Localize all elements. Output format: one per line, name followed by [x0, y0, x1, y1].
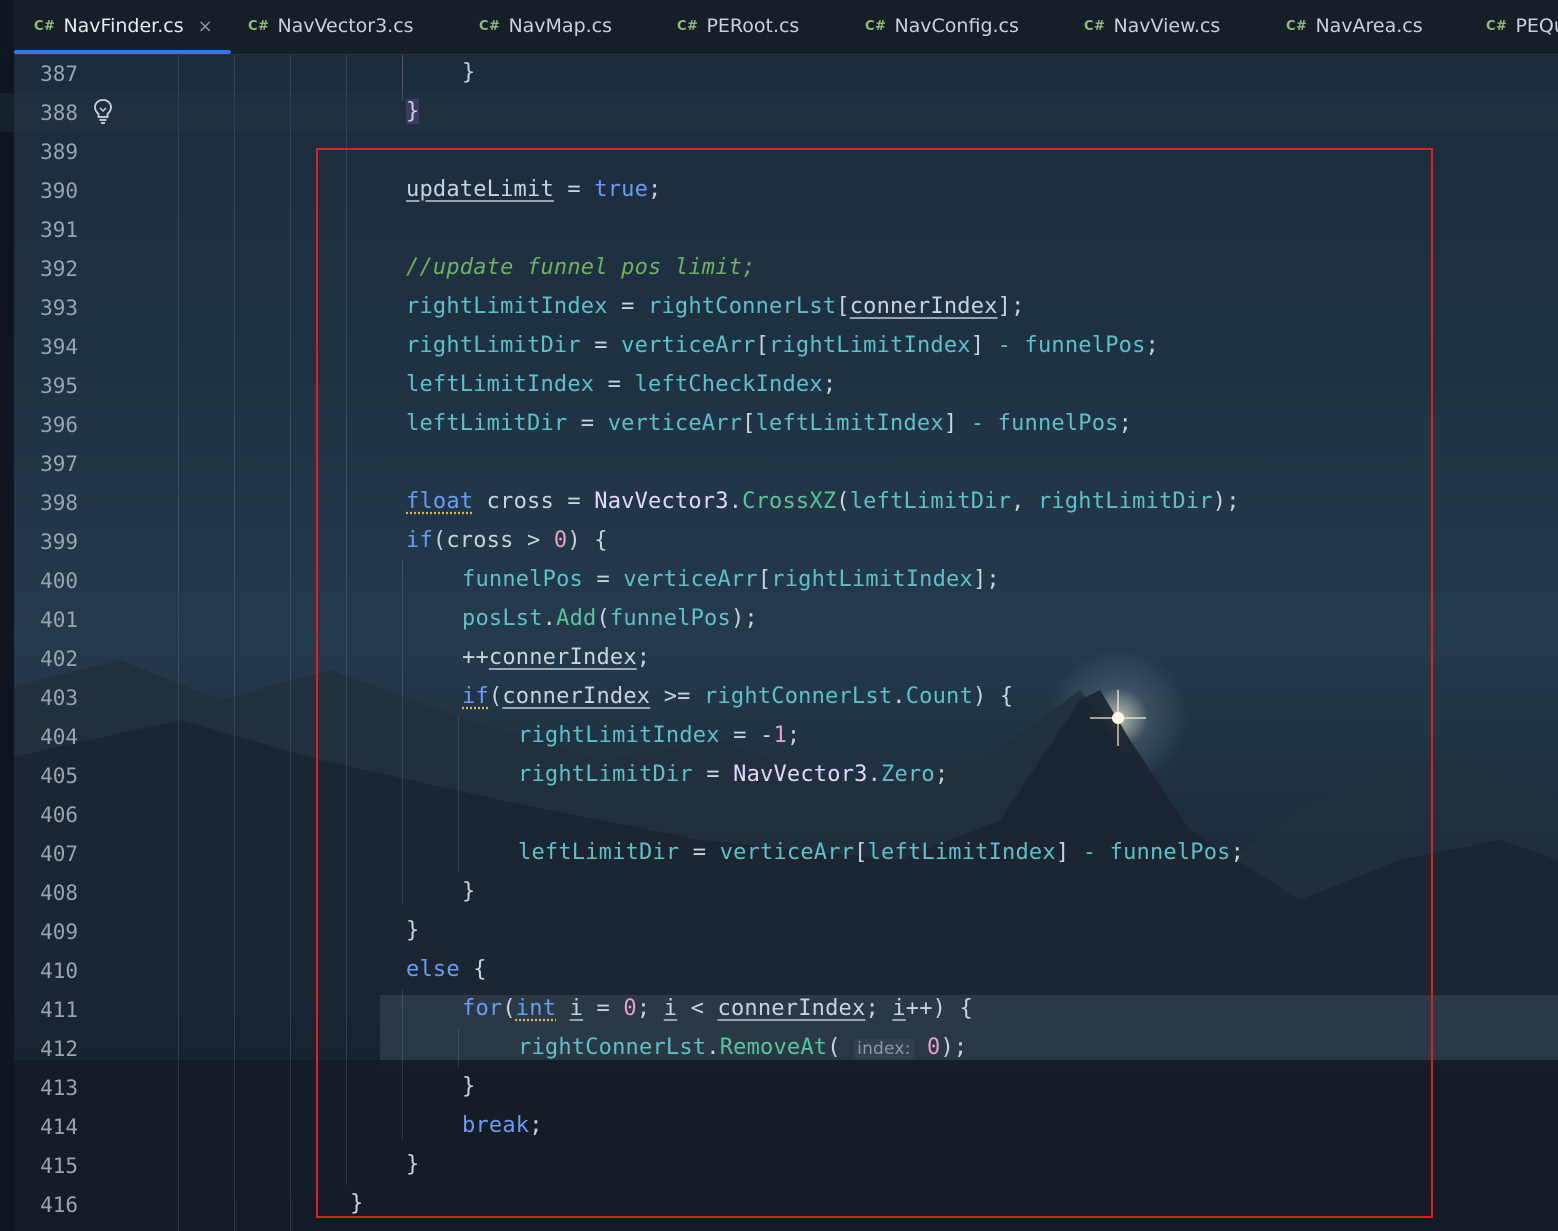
- line-number: 409: [40, 920, 78, 944]
- line-number: 411: [40, 998, 78, 1022]
- tab-pequ[interactable]: C# PEQu: [1486, 0, 1558, 52]
- line-number: 389: [40, 140, 78, 164]
- tab-label: NavConfig.cs: [894, 15, 1019, 37]
- tab-navfinder[interactable]: C# NavFinder.cs ×: [34, 0, 213, 52]
- line-number: 399: [40, 530, 78, 554]
- line-number: 394: [40, 335, 78, 359]
- tab-navconfig[interactable]: C# NavConfig.cs: [865, 0, 1019, 52]
- tab-navarea[interactable]: C# NavArea.cs: [1286, 0, 1423, 52]
- csharp-file-icon: C#: [865, 18, 887, 34]
- csharp-file-icon: C#: [677, 18, 699, 34]
- line-number: 413: [40, 1076, 78, 1100]
- tab-navview[interactable]: C# NavView.cs: [1084, 0, 1220, 52]
- tab-label: NavView.cs: [1113, 15, 1221, 37]
- line-number: 395: [40, 374, 78, 398]
- line-number: 404: [40, 725, 78, 749]
- tab-navmap[interactable]: C# NavMap.cs: [479, 0, 612, 52]
- tab-label: NavMap.cs: [508, 15, 613, 37]
- csharp-file-icon: C#: [1084, 18, 1106, 34]
- line-number: 390: [40, 179, 78, 203]
- line-number: 414: [40, 1115, 78, 1139]
- code-text: }: [406, 99, 420, 124]
- line-number: 392: [40, 257, 78, 281]
- line-number: 412: [40, 1037, 78, 1061]
- lightbulb-icon[interactable]: [92, 98, 114, 124]
- line-number: 406: [40, 803, 78, 827]
- csharp-file-icon: C#: [1486, 18, 1508, 34]
- tab-label: PEQu: [1515, 15, 1558, 37]
- line-number: 410: [40, 959, 78, 983]
- code-text: }: [462, 60, 476, 85]
- line-number: 391: [40, 218, 78, 242]
- line-number: 407: [40, 842, 78, 866]
- annotation-highlight-box: [316, 148, 1433, 1218]
- line-number: 405: [40, 764, 78, 788]
- tab-label: PERoot.cs: [706, 15, 800, 37]
- csharp-file-icon: C#: [248, 18, 270, 34]
- csharp-file-icon: C#: [479, 18, 501, 34]
- line-number: 401: [40, 608, 78, 632]
- line-number: 396: [40, 413, 78, 437]
- line-number: 402: [40, 647, 78, 671]
- line-number: 403: [40, 686, 78, 710]
- line-number: 398: [40, 491, 78, 515]
- tab-label: NavArea.cs: [1315, 15, 1423, 37]
- line-number: 415: [40, 1154, 78, 1178]
- line-number: 388: [40, 101, 78, 125]
- code-line-current: 388 }: [0, 93, 1558, 132]
- tab-label: NavVector3.cs: [277, 15, 414, 37]
- csharp-file-icon: C#: [34, 18, 56, 34]
- editor-tab-bar: C# NavFinder.cs × C# NavVector3.cs C# Na…: [14, 0, 1558, 55]
- close-tab-icon[interactable]: ×: [198, 16, 213, 37]
- tab-navvector3[interactable]: C# NavVector3.cs: [248, 0, 414, 52]
- code-line: 387 }: [0, 54, 1558, 93]
- tab-label: NavFinder.cs: [63, 15, 184, 37]
- line-number: 393: [40, 296, 78, 320]
- line-number: 387: [40, 62, 78, 86]
- csharp-file-icon: C#: [1286, 18, 1308, 34]
- tab-peroot[interactable]: C# PERoot.cs: [677, 0, 799, 52]
- line-number: 408: [40, 881, 78, 905]
- line-number: 400: [40, 569, 78, 593]
- line-number: 416: [40, 1193, 78, 1217]
- line-number: 397: [40, 452, 78, 476]
